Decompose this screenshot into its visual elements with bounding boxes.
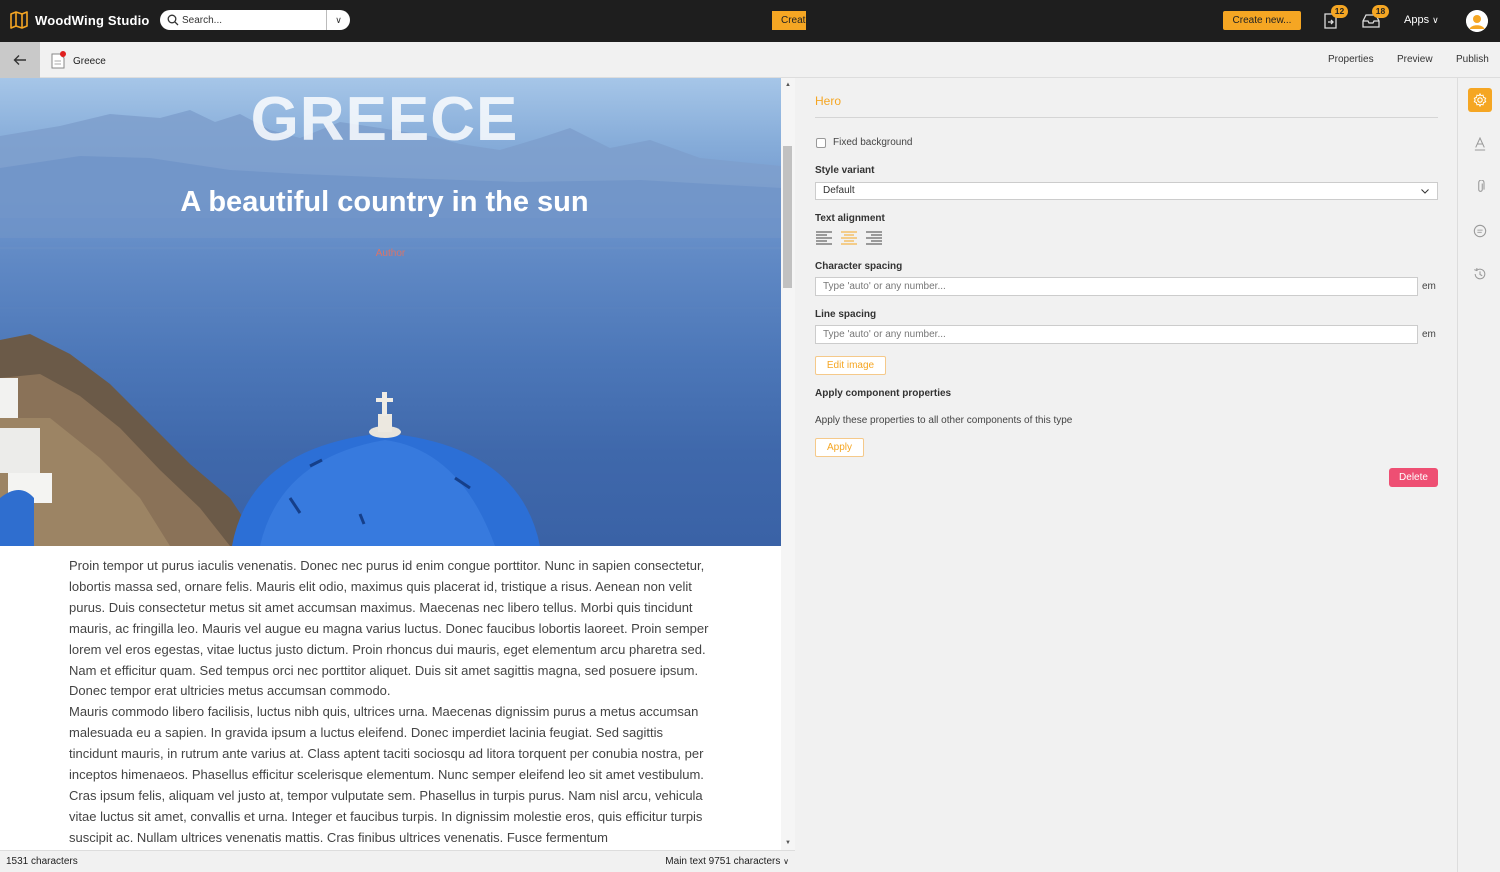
- app-name: WoodWing Studio: [35, 12, 150, 28]
- hero-component[interactable]: GREECE A beautiful country in the sun Au…: [0, 78, 781, 546]
- editor-scrollbar[interactable]: ▲ ▼: [781, 78, 795, 850]
- style-variant-label: Style variant: [815, 165, 875, 176]
- delete-button[interactable]: Delete: [1389, 468, 1438, 487]
- history-tab[interactable]: [1468, 262, 1492, 286]
- align-center-icon[interactable]: [841, 231, 857, 245]
- line-spacing-unit: em: [1422, 329, 1436, 340]
- fixed-background-checkbox[interactable]: [816, 137, 826, 148]
- search-icon: [167, 14, 179, 26]
- comments-tab[interactable]: [1468, 219, 1492, 243]
- status-bar: 1531 characters Main text 9751 character…: [0, 850, 795, 872]
- app-logo[interactable]: WoodWing Studio: [10, 11, 150, 29]
- back-button[interactable]: [0, 42, 40, 78]
- create-new-button[interactable]: Create new...: [1223, 11, 1301, 30]
- publish-link[interactable]: Publish: [1456, 54, 1489, 65]
- line-spacing-input[interactable]: Type 'auto' or any number...: [815, 325, 1418, 344]
- article-editor[interactable]: GREECE A beautiful country in the sun Au…: [0, 78, 781, 850]
- attachments-tab[interactable]: [1468, 175, 1492, 199]
- user-avatar[interactable]: [1466, 10, 1488, 32]
- paperclip-icon: [1477, 180, 1485, 192]
- chevron-down-icon: ∨: [335, 14, 342, 25]
- body-text[interactable]: Proin tempor ut purus iaculis venenatis.…: [69, 556, 714, 849]
- scroll-up-icon[interactable]: ▲: [785, 82, 791, 88]
- apply-description: Apply these properties to all other comp…: [815, 415, 1073, 426]
- comment-icon: [1473, 224, 1487, 238]
- apply-button[interactable]: Apply: [815, 438, 864, 457]
- tasks-button[interactable]: 12: [1322, 5, 1348, 30]
- apply-component-label: Apply component properties: [815, 388, 952, 399]
- divider: [815, 117, 1438, 118]
- hero-author[interactable]: Author: [0, 248, 781, 259]
- main-text-count[interactable]: Main text 9751 characters ∨: [665, 856, 789, 867]
- style-variant-select[interactable]: Default: [815, 182, 1438, 200]
- hero-title[interactable]: GREECE: [0, 84, 781, 155]
- apps-label: Apps: [1404, 14, 1430, 26]
- character-count: 1531 characters: [6, 856, 78, 867]
- chevron-down-icon: [1421, 183, 1429, 199]
- search-dropdown-button[interactable]: ∨: [326, 10, 350, 30]
- chevron-down-icon: ∨: [1432, 15, 1439, 25]
- text-alignment-label: Text alignment: [815, 213, 885, 224]
- text-format-icon: [1474, 137, 1486, 151]
- right-sidebar: [1457, 78, 1500, 872]
- inbox-count-badge: 18: [1372, 5, 1389, 18]
- user-icon: [1466, 10, 1488, 32]
- search-box: ∨: [160, 10, 350, 30]
- properties-link[interactable]: Properties: [1328, 54, 1374, 65]
- top-bar: WoodWing Studio ∨ Create new... Create n…: [0, 0, 1500, 42]
- fixed-background-label: Fixed background: [833, 137, 913, 148]
- document-title: Greece: [73, 56, 106, 67]
- character-spacing-unit: em: [1422, 281, 1436, 292]
- apps-menu[interactable]: Apps ∨: [1404, 14, 1439, 26]
- create-new-button-truncated[interactable]: Create new...: [772, 11, 806, 30]
- arrow-left-icon: [13, 55, 26, 65]
- gear-icon: [1473, 93, 1487, 107]
- scroll-down-icon[interactable]: ▼: [785, 840, 791, 846]
- align-left-icon[interactable]: [816, 231, 832, 245]
- paragraph[interactable]: Mauris commodo libero facilisis, luctus …: [69, 702, 714, 848]
- scrollbar-thumb[interactable]: [783, 146, 792, 288]
- hero-subtitle[interactable]: A beautiful country in the sun: [0, 186, 781, 219]
- preview-link[interactable]: Preview: [1397, 54, 1433, 65]
- align-right-icon[interactable]: [866, 231, 882, 245]
- paragraph[interactable]: Proin tempor ut purus iaculis venenatis.…: [69, 556, 714, 702]
- edit-image-button[interactable]: Edit image: [815, 356, 886, 375]
- inbox-button[interactable]: 18: [1361, 5, 1389, 30]
- search-input[interactable]: [182, 12, 322, 28]
- character-spacing-input[interactable]: Type 'auto' or any number...: [815, 277, 1418, 296]
- character-spacing-label: Character spacing: [815, 261, 903, 272]
- history-icon: [1474, 267, 1486, 280]
- map-logo-icon: [10, 11, 28, 29]
- style-variant-value: Default: [823, 185, 855, 196]
- fixed-background-option[interactable]: Fixed background: [816, 137, 913, 148]
- chevron-down-icon: ∨: [783, 857, 789, 866]
- unsaved-indicator: [60, 51, 66, 57]
- settings-tab[interactable]: [1468, 88, 1492, 112]
- component-title: Hero: [815, 94, 842, 108]
- typography-tab[interactable]: [1468, 132, 1492, 156]
- text-alignment-group: [816, 231, 882, 245]
- main-text-label: Main text 9751 characters: [665, 856, 781, 867]
- line-spacing-label: Line spacing: [815, 309, 877, 320]
- tasks-count-badge: 12: [1331, 5, 1348, 18]
- document-bar: Greece Properties Preview Publish: [0, 42, 1500, 78]
- properties-panel: Hero Fixed background Style variant Defa…: [795, 78, 1457, 872]
